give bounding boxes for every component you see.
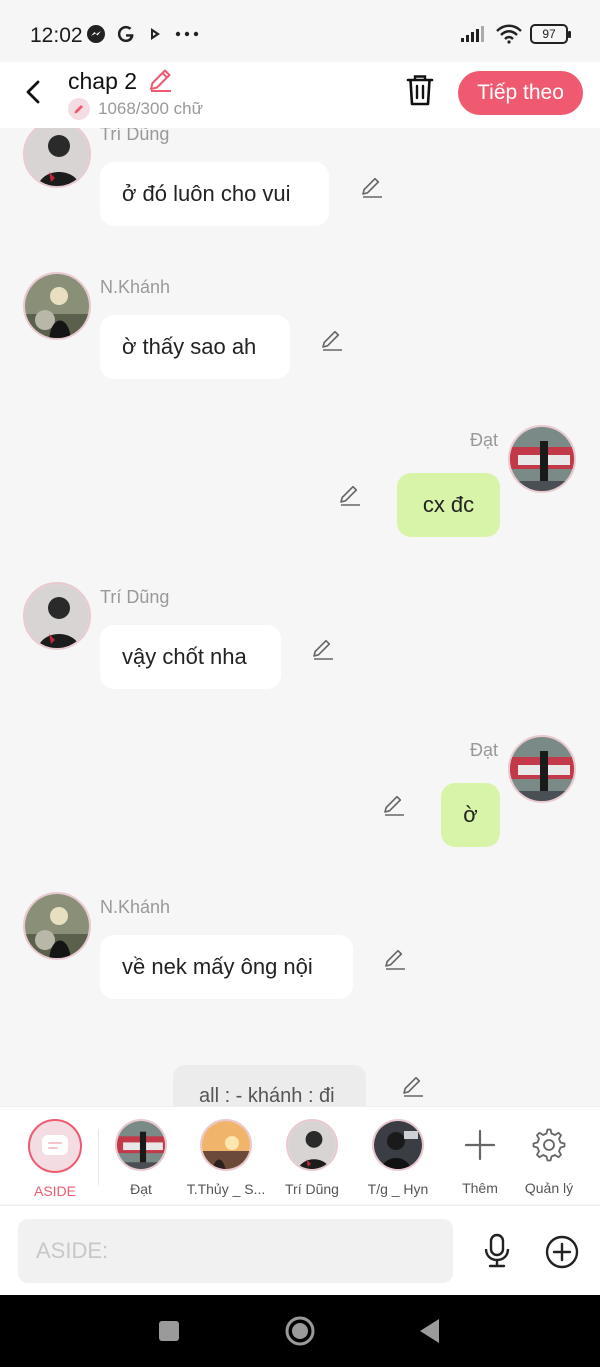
status-bar: 12:02 97 bbox=[0, 0, 600, 70]
chat-area[interactable]: Trí Dũng ở đó luôn cho vui N.Khánh ờ thấ… bbox=[0, 128, 600, 1106]
character-aside[interactable]: ASIDE bbox=[13, 1119, 97, 1199]
sender-name: Đạt bbox=[470, 430, 499, 450]
signal-icon bbox=[461, 26, 484, 42]
character-tg-hyn[interactable]: T/g _ Hyn bbox=[356, 1119, 440, 1197]
edit-message-icon[interactable] bbox=[310, 636, 336, 662]
message-bubble[interactable]: ờ thấy sao ah bbox=[100, 315, 290, 379]
message-bubble[interactable]: về nek mấy ông nội bbox=[100, 935, 353, 999]
sender-name: Trí Dũng bbox=[100, 128, 170, 144]
avatar-t-thuy bbox=[200, 1119, 252, 1171]
avatar-tri-dung bbox=[286, 1119, 338, 1171]
edit-title-icon[interactable] bbox=[146, 66, 174, 94]
manage-characters-button[interactable]: Quản lý bbox=[507, 1119, 591, 1196]
avatar-n-khanh[interactable] bbox=[23, 892, 91, 960]
avatar-tri-dung[interactable] bbox=[23, 128, 91, 188]
message-bubble[interactable]: ở đó luôn cho vui bbox=[100, 162, 329, 226]
edit-message-icon[interactable] bbox=[381, 792, 407, 818]
character-label: Trí Dũng bbox=[285, 1181, 339, 1197]
word-count-row: 1068/300 chữ bbox=[68, 98, 203, 120]
message-bubble[interactable]: vậy chốt nha bbox=[100, 625, 281, 689]
gear-icon bbox=[532, 1128, 566, 1162]
sender-name: N.Khánh bbox=[100, 277, 171, 297]
microphone-icon[interactable] bbox=[481, 1233, 513, 1269]
sender-name: Trí Dũng bbox=[100, 587, 170, 607]
avatar-tg-hyn bbox=[372, 1119, 424, 1171]
character-bar: ASIDE Đạt T.Thủy _ S... Trí Dũng T/g _ H… bbox=[0, 1106, 600, 1204]
narration-bubble[interactable]: all : - khánh : đi bbox=[173, 1065, 366, 1106]
avatar-tri-dung[interactable] bbox=[23, 582, 91, 650]
system-nav-bar bbox=[0, 1295, 600, 1367]
google-icon bbox=[117, 25, 134, 43]
message-bubble[interactable]: ờ bbox=[441, 783, 500, 847]
character-tri-dung[interactable]: Trí Dũng bbox=[270, 1119, 354, 1197]
edit-message-icon[interactable] bbox=[337, 482, 363, 508]
more-dots-icon bbox=[175, 31, 199, 37]
character-t-thuy[interactable]: T.Thủy _ S... bbox=[184, 1119, 268, 1197]
battery-icon: 97 bbox=[530, 24, 571, 44]
aside-icon bbox=[28, 1119, 82, 1173]
messenger-icon bbox=[87, 25, 105, 43]
plus-icon bbox=[464, 1129, 496, 1161]
wifi-icon bbox=[496, 24, 522, 44]
avatar-dat[interactable] bbox=[508, 425, 576, 493]
input-row bbox=[0, 1205, 600, 1295]
editor-header: chap 2 1068/300 chữ Tiếp theo bbox=[0, 62, 600, 128]
battery-level: 97 bbox=[542, 27, 556, 41]
sender-name: Đạt bbox=[470, 740, 499, 760]
message-input[interactable] bbox=[18, 1219, 453, 1283]
avatar-dat[interactable] bbox=[508, 735, 576, 803]
status-notification-icons bbox=[86, 24, 200, 44]
character-label: Đạt bbox=[130, 1181, 152, 1197]
word-count: 1068/300 chữ bbox=[98, 99, 203, 118]
edit-message-icon[interactable] bbox=[382, 946, 408, 972]
edit-message-icon[interactable] bbox=[319, 327, 345, 353]
chapter-title[interactable]: chap 2 bbox=[68, 68, 137, 95]
trash-icon[interactable] bbox=[403, 72, 437, 108]
add-circle-icon[interactable] bbox=[544, 1234, 580, 1270]
avatar-n-khanh[interactable] bbox=[23, 272, 91, 340]
back-nav-icon[interactable] bbox=[414, 1315, 446, 1347]
play-icon bbox=[151, 28, 160, 40]
edit-message-icon[interactable] bbox=[400, 1073, 426, 1099]
character-label: ASIDE bbox=[33, 1183, 76, 1199]
avatar-dat bbox=[115, 1119, 167, 1171]
character-label: T.Thủy _ S... bbox=[186, 1181, 266, 1197]
character-label: T/g _ Hyn bbox=[367, 1181, 429, 1197]
message-bubble[interactable]: cx đc bbox=[397, 473, 500, 537]
pencil-badge-icon bbox=[68, 98, 90, 120]
next-button[interactable]: Tiếp theo bbox=[458, 71, 583, 115]
recents-icon[interactable] bbox=[153, 1315, 185, 1347]
edit-message-icon[interactable] bbox=[359, 174, 385, 200]
back-icon[interactable] bbox=[18, 76, 50, 108]
status-time: 12:02 bbox=[30, 24, 83, 47]
sender-name: N.Khánh bbox=[100, 897, 171, 917]
character-dat[interactable]: Đạt bbox=[99, 1119, 183, 1197]
character-label: Quản lý bbox=[524, 1180, 574, 1196]
home-icon[interactable] bbox=[284, 1315, 316, 1347]
